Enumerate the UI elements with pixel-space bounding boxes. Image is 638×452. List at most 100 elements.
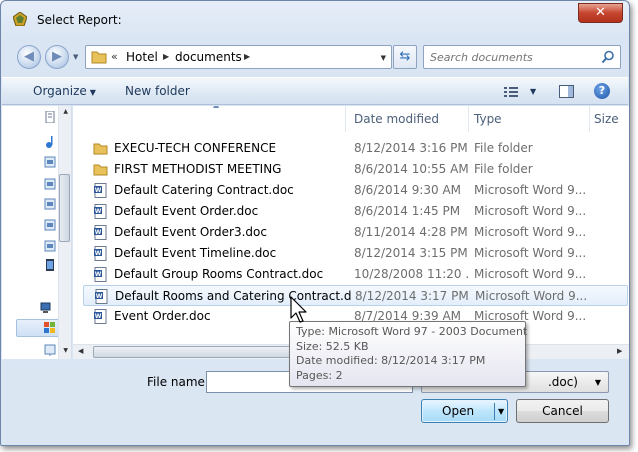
back-button[interactable]: ◀ — [17, 45, 41, 69]
music-icon[interactable] — [44, 136, 56, 148]
breadcrumb-hotel[interactable]: Hotel — [126, 50, 158, 64]
breadcrumb-arrow-icon[interactable]: ▶ — [244, 52, 250, 61]
file-type: Microsoft Word 9... — [475, 289, 587, 303]
file-name: FIRST METHODIST MEETING — [114, 162, 282, 176]
breadcrumb-documents[interactable]: documents — [175, 50, 242, 64]
back-arrow-icon: ◀ — [24, 49, 34, 64]
file-name: Default Rooms and Catering Contract.doc — [115, 289, 351, 303]
file-type-selected: .doc) — [547, 375, 578, 389]
svg-text:W: W — [95, 187, 102, 194]
tooltip-date: Date modified: 8/12/2014 3:17 PM — [296, 354, 486, 367]
file-info-tooltip: Type: Microsoft Word 97 - 2003 Document … — [289, 321, 527, 387]
change-view-icon[interactable] — [504, 86, 518, 98]
new-folder-button[interactable]: New folder — [125, 84, 190, 98]
search-icon[interactable] — [601, 50, 615, 64]
open-split-divider — [494, 403, 495, 420]
file-row[interactable]: FIRST METHODIST MEETING 8/6/2014 10:55 AM… — [83, 159, 628, 180]
svg-text:W: W — [95, 208, 102, 215]
file-date-modified: 8/12/2014 3:17 PM — [355, 289, 469, 303]
organize-button[interactable]: Organize ▼ — [33, 84, 96, 98]
breadcrumb-arrow-icon[interactable]: ▶ — [163, 52, 169, 61]
windows-icon[interactable] — [44, 322, 56, 334]
preview-pane-icon[interactable] — [559, 85, 574, 98]
column-header: ▲ Date modified Type Size — [73, 106, 629, 132]
file-row[interactable]: W Default Event Timeline.doc 8/12/2014 3:1… — [83, 243, 628, 264]
refresh-button[interactable]: ⇆ — [393, 45, 417, 69]
word-doc-icon: W — [94, 204, 107, 219]
file-date-modified: 10/28/2008 11:20 ... — [354, 267, 470, 281]
column-date-modified[interactable]: Date modified — [354, 106, 469, 132]
file-name-label: File name: — [147, 375, 209, 389]
file-row[interactable]: EXECU-TECH CONFERENCE 8/12/2014 3:16 PM Fi… — [83, 138, 628, 159]
close-button[interactable]: ✕ — [578, 3, 623, 23]
address-dropdown-icon[interactable]: ▼ — [381, 54, 386, 62]
cancel-button[interactable]: Cancel — [516, 399, 609, 423]
svg-text:W: W — [96, 293, 103, 300]
tooltip-size: Size: 52.5 KB — [296, 339, 369, 353]
file-name: Default Catering Contract.doc — [114, 183, 294, 197]
library-icon[interactable] — [44, 156, 56, 168]
refresh-icon: ⇆ — [399, 49, 411, 64]
open-button[interactable]: Open ▼ — [421, 399, 508, 423]
file-name: Default Event Order3.doc — [114, 225, 267, 239]
nav-pane-scroll-thumb[interactable] — [59, 174, 70, 242]
word-doc-icon: W — [94, 183, 107, 198]
network-drive-icon[interactable] — [44, 344, 56, 356]
scroll-right-icon[interactable]: ▶ — [617, 347, 622, 355]
column-name[interactable] — [73, 106, 346, 132]
folder-icon — [91, 51, 107, 64]
view-dropdown-icon[interactable]: ▼ — [530, 87, 536, 96]
computer-icon[interactable] — [40, 302, 52, 314]
address-bar[interactable]: « Hotel ▶ documents ▶ ▼ — [85, 45, 392, 69]
file-date-modified: 8/12/2014 3:16 PM — [354, 141, 468, 155]
drive-icon[interactable] — [44, 240, 56, 252]
svg-text:W: W — [95, 229, 102, 236]
word-doc-icon: W — [94, 309, 107, 324]
drive-icon[interactable] — [44, 178, 56, 190]
scroll-left-icon[interactable]: ◀ — [78, 347, 83, 355]
file-row[interactable]: W Default Catering Contract.doc 8/6/2014 9… — [83, 180, 628, 201]
drive-icon[interactable] — [44, 219, 56, 231]
forward-button[interactable]: ▶ — [45, 45, 69, 69]
file-name: Default Event Timeline.doc — [114, 246, 277, 260]
document-icon[interactable] — [44, 111, 56, 123]
file-date-modified: 8/6/2014 9:30 AM — [354, 183, 462, 197]
navigation-pane: ▲ ▼ — [2, 106, 72, 359]
word-doc-icon: W — [94, 246, 107, 261]
scroll-up-icon[interactable]: ▲ — [63, 108, 68, 115]
sort-ascending-icon: ▲ — [213, 106, 219, 109]
file-name: Default Group Rooms Contract.doc — [114, 267, 324, 281]
organize-dropdown-icon: ▼ — [89, 88, 96, 97]
file-date-modified: 8/11/2014 4:28 PM — [354, 225, 468, 239]
file-type: Microsoft Word 9... — [474, 183, 586, 197]
column-size-label: Size — [594, 112, 619, 126]
file-row[interactable]: W Default Event Order3.doc 8/11/2014 4:28 … — [83, 222, 628, 243]
column-type[interactable]: Type — [474, 106, 590, 132]
folder-icon — [93, 164, 108, 176]
search-box[interactable] — [423, 45, 621, 69]
search-input[interactable] — [428, 48, 588, 66]
breadcrumb-overflow[interactable]: « — [111, 50, 118, 63]
recent-pages-dropdown-icon[interactable]: ▼ — [73, 53, 78, 61]
word-doc-icon: W — [94, 267, 107, 282]
file-row[interactable]: W Default Rooms and Catering Contract.doc… — [83, 285, 628, 306]
open-dropdown-icon[interactable]: ▼ — [498, 401, 504, 423]
video-icon[interactable] — [44, 259, 56, 271]
file-row[interactable]: W Default Event Order.doc 8/6/2014 1:45 PM… — [83, 201, 628, 222]
file-date-modified: 8/12/2014 3:15 PM — [354, 246, 468, 260]
tooltip-pages: Pages: 2 — [296, 368, 343, 382]
word-doc-icon: W — [94, 225, 107, 240]
folder-icon — [93, 143, 108, 155]
app-icon — [13, 12, 27, 26]
svg-text:W: W — [95, 271, 102, 278]
scroll-down-icon[interactable]: ▼ — [63, 347, 68, 354]
close-icon: ✕ — [595, 5, 606, 20]
file-date-modified: 8/6/2014 1:45 PM — [354, 204, 461, 218]
title-bar[interactable]: Select Report: ✕ — [1, 1, 629, 35]
help-icon[interactable]: ? — [594, 83, 610, 99]
file-row[interactable]: W Default Group Rooms Contract.doc 10/28/2… — [83, 264, 628, 285]
drive-icon[interactable] — [44, 198, 56, 210]
nav-pane-scrollbar[interactable]: ▲ ▼ — [58, 106, 71, 359]
column-size[interactable]: Size — [594, 106, 629, 132]
svg-text:W: W — [95, 250, 102, 257]
